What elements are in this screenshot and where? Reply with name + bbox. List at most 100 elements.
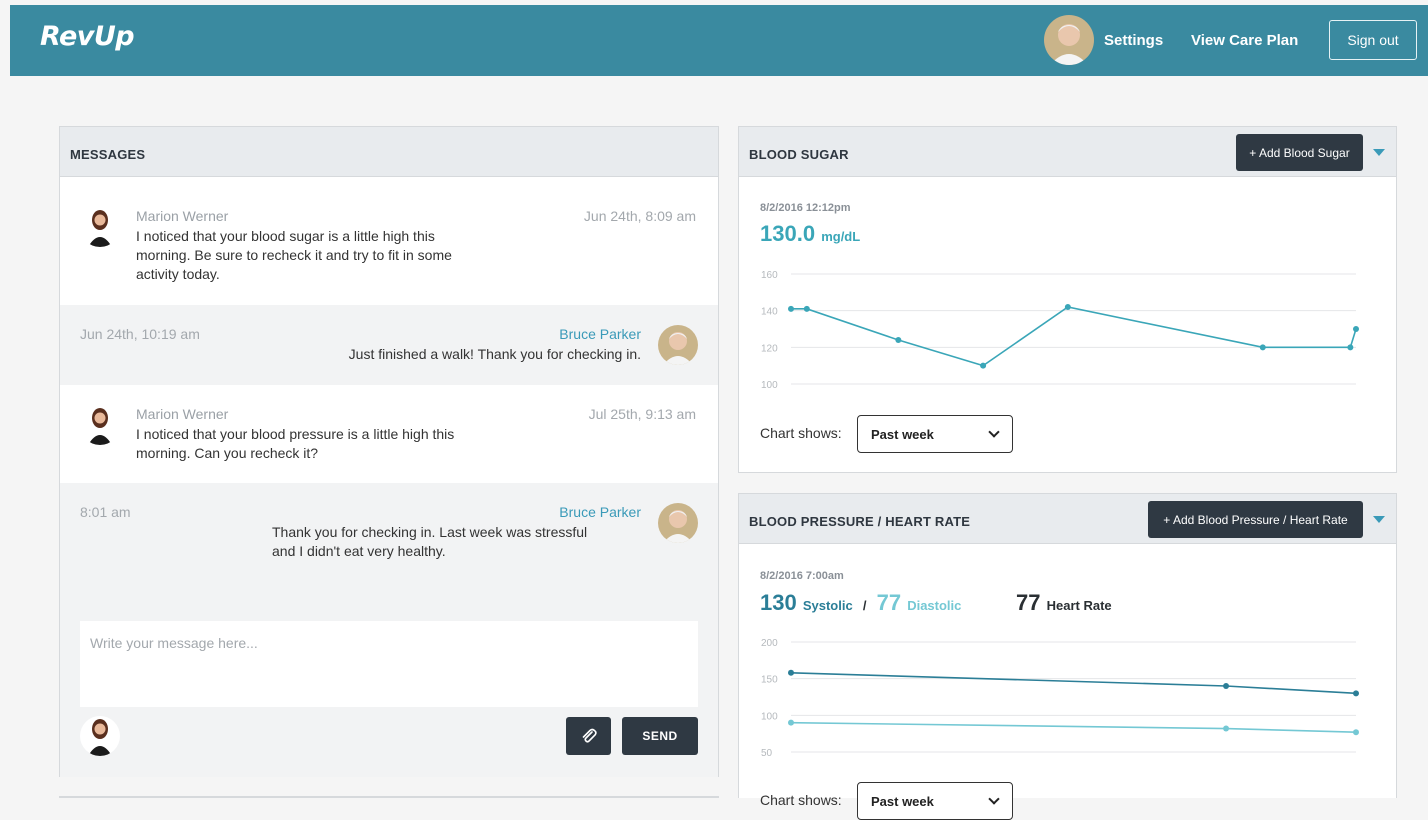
- blood-pressure-chart: 200 150 100 50: [761, 638, 1359, 759]
- data-point: [895, 337, 902, 343]
- message-line: I noticed that your blood sugar is a lit…: [136, 228, 435, 244]
- messages-title: MESSAGES: [70, 147, 146, 162]
- y-tick-label: 140: [761, 307, 778, 318]
- message-time: 8:01 am: [80, 504, 131, 520]
- message-sender: Bruce Parker: [559, 504, 641, 520]
- blood-pressure-title: BLOOD PRESSURE / HEART RATE: [749, 514, 971, 529]
- value-number: 130.0: [760, 221, 816, 246]
- message-time: Jul 25th, 9:13 am: [588, 406, 696, 422]
- message-sender: Marion Werner: [136, 208, 229, 224]
- data-point: [1064, 304, 1071, 310]
- data-point: [1347, 344, 1354, 351]
- avatar: [80, 207, 120, 247]
- select-value: Past week: [871, 793, 934, 809]
- message-line: Thank you for checking in. Last week was…: [272, 524, 588, 540]
- y-tick-label: 160: [761, 270, 778, 281]
- blood-sugar-value: 130.0 mg/dL: [760, 221, 860, 247]
- blood-sugar-panel: BLOOD SUGAR + Add Blood Sugar 8/2/2016 1…: [738, 126, 1397, 473]
- series-line: [790, 672, 1357, 695]
- y-tick-label: 120: [761, 343, 778, 354]
- message-body: Just finished a walk! Thank you for chec…: [349, 345, 641, 364]
- blood-pressure-panel: BLOOD PRESSURE / HEART RATE + Add Blood …: [738, 493, 1397, 820]
- chart-shows-label: Chart shows:: [760, 425, 842, 441]
- message-line: activity today.: [136, 266, 220, 282]
- reading-date: 8/2/2016 7:00am: [760, 570, 844, 582]
- data-point: [788, 669, 794, 676]
- messages-panel-header: MESSAGES: [60, 127, 718, 177]
- diastolic-value: 77: [876, 590, 902, 615]
- current-user-avatar: [80, 716, 120, 756]
- data-point: [788, 719, 794, 726]
- add-blood-sugar-button[interactable]: + Add Blood Sugar: [1236, 134, 1363, 171]
- select-value: Past week: [871, 426, 934, 442]
- series-line: [790, 721, 1357, 733]
- message-item: Jun 24th, 10:19 am Bruce Parker Just fin…: [60, 305, 718, 385]
- bp-readings: 130 Systolic / 77 Diastolic: [760, 590, 961, 616]
- top-nav-bar: RevUp Settings View Care Plan Sign out: [10, 5, 1428, 76]
- settings-link[interactable]: Settings: [1104, 32, 1163, 49]
- data-point: [1223, 725, 1230, 732]
- sign-out-button[interactable]: Sign out: [1329, 20, 1417, 60]
- message-line: I noticed that your blood pressure is a …: [136, 426, 455, 442]
- series-line: [791, 306, 1357, 367]
- value-unit: mg/dL: [821, 229, 861, 244]
- chevron-down-icon: [988, 426, 1000, 438]
- message-time: Jun 24th, 8:09 am: [583, 208, 696, 224]
- data-point: [1353, 326, 1359, 332]
- blood-sugar-title: BLOOD SUGAR: [749, 147, 849, 162]
- send-button[interactable]: SEND: [622, 717, 698, 755]
- paperclip-icon: [582, 728, 597, 743]
- message-body: I noticed that your blood sugar is a lit…: [136, 227, 452, 284]
- blood-sugar-header: BLOOD SUGAR + Add Blood Sugar: [739, 127, 1396, 177]
- data-point: [1353, 690, 1359, 697]
- message-line: and I didn't eat very healthy.: [272, 543, 446, 559]
- data-point: [1223, 683, 1230, 689]
- blood-pressure-header: BLOOD PRESSURE / HEART RATE + Add Blood …: [739, 494, 1396, 544]
- message-time: Jun 24th, 10:19 am: [80, 326, 200, 342]
- systolic-label: Systolic: [802, 598, 853, 613]
- heart-rate-value: 77: [1016, 590, 1041, 615]
- avatar: [658, 325, 698, 365]
- message-body: Thank you for checking in. Last week was…: [272, 523, 587, 561]
- reading-date: 8/2/2016 12:12pm: [760, 202, 851, 214]
- data-point: [803, 305, 810, 312]
- attach-button[interactable]: [566, 717, 611, 755]
- systolic-value: 130: [760, 590, 797, 615]
- chart-range-select[interactable]: Past week: [857, 782, 1013, 820]
- data-point: [980, 362, 987, 369]
- data-point: [1353, 729, 1359, 736]
- message-item: Marion Werner Jul 25th, 9:13 am I notice…: [60, 385, 718, 483]
- message-line: Just finished a walk! Thank you for chec…: [348, 346, 641, 362]
- chevron-down-icon: [988, 793, 1000, 805]
- data-point: [788, 305, 794, 312]
- y-tick-label: 100: [761, 380, 778, 391]
- chart-shows-label: Chart shows:: [760, 792, 842, 808]
- avatar: [80, 405, 120, 445]
- separator: /: [862, 598, 867, 613]
- app-logo[interactable]: RevUp: [40, 21, 135, 52]
- chevron-down-icon[interactable]: [1373, 149, 1385, 156]
- heart-rate-label: Heart Rate: [1046, 598, 1112, 613]
- data-point: [1259, 344, 1266, 351]
- message-item: Marion Werner Jun 24th, 8:09 am I notice…: [60, 187, 718, 305]
- message-input[interactable]: [80, 621, 698, 707]
- user-avatar[interactable]: [1044, 15, 1094, 65]
- message-body: I noticed that your blood pressure is a …: [136, 425, 454, 463]
- message-sender: Bruce Parker: [559, 326, 641, 342]
- y-tick-label: 200: [761, 638, 778, 649]
- y-tick-label: 150: [761, 675, 778, 686]
- messages-panel: MESSAGES Marion Werner Jun 24th, 8:09 am…: [59, 126, 719, 777]
- heart-rate-reading: 77 Heart Rate: [1016, 590, 1112, 616]
- view-care-plan-link[interactable]: View Care Plan: [1191, 32, 1298, 49]
- y-tick-label: 100: [761, 711, 778, 722]
- avatar: [658, 503, 698, 543]
- add-blood-pressure-button[interactable]: + Add Blood Pressure / Heart Rate: [1148, 501, 1363, 538]
- blood-sugar-chart: 160 140 120 100: [761, 270, 1359, 391]
- message-line: morning. Can you recheck it?: [136, 445, 319, 461]
- y-tick-label: 50: [761, 748, 773, 759]
- chevron-down-icon[interactable]: [1373, 516, 1385, 523]
- diastolic-label: Diastolic: [907, 598, 962, 613]
- message-sender: Marion Werner: [136, 406, 229, 422]
- message-line: morning. Be sure to recheck it and try t…: [136, 247, 452, 263]
- chart-range-select[interactable]: Past week: [857, 415, 1013, 453]
